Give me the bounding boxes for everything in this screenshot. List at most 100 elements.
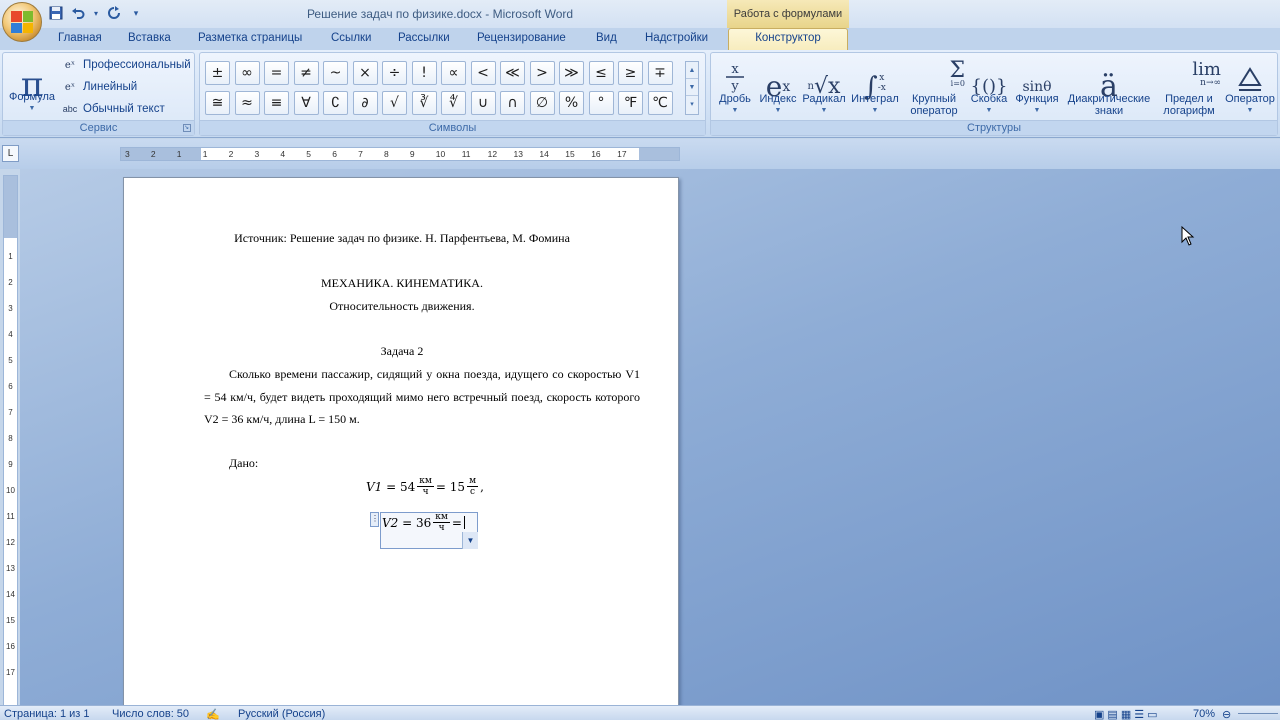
symbol-button[interactable]: ≠ <box>293 61 319 85</box>
symbol-button[interactable]: > <box>529 61 555 85</box>
symbol-button[interactable]: ℃ <box>647 91 673 115</box>
title-bar: ▾ ▾ Решение задач по физике.docx - Micro… <box>0 0 1280 28</box>
symbol-button[interactable]: ∝ <box>441 61 466 85</box>
symbol-button[interactable]: ≡ <box>264 91 289 115</box>
ruler-mark: 16 <box>6 642 15 651</box>
formula-button[interactable]: π Формула ▼ <box>7 57 57 115</box>
horizontal-ruler[interactable]: 3 2 1 1 2 3 4 5 6 7 8 9 10 11 12 13 14 15 16 17 <box>120 147 680 161</box>
tab-design[interactable]: Конструктор <box>728 28 848 51</box>
integral-button[interactable]: ∫ x -x Интеграл ▼ <box>849 57 901 117</box>
symbol-button[interactable]: ∞ <box>234 61 260 85</box>
tab-addins[interactable]: Надстройки <box>645 32 708 44</box>
draft-view-icon[interactable]: ▭ <box>1147 708 1157 720</box>
large-operator-button[interactable]: Σi=0 Крупный оператор <box>903 57 965 118</box>
equation-v1[interactable]: V1 = 54 км ч = 15 мс , <box>366 476 484 497</box>
symbol-button[interactable]: < <box>470 61 496 85</box>
symbol-button[interactable]: ≥ <box>618 61 643 85</box>
symbol-button[interactable]: ≤ <box>588 61 614 85</box>
symbol-button[interactable]: ° <box>588 91 614 115</box>
dialog-launcher-icon[interactable]: ↘ <box>183 124 191 132</box>
symbol-button[interactable]: ∩ <box>500 91 525 115</box>
symbol-button[interactable]: % <box>559 91 584 115</box>
symbol-button[interactable]: ∜ <box>441 91 466 115</box>
outline-view-icon[interactable]: ☰ <box>1134 708 1144 720</box>
scroll-up-icon[interactable]: ▲ <box>686 62 698 79</box>
office-button[interactable] <box>2 2 42 42</box>
limit-label: Предел и логарифм <box>1163 93 1215 117</box>
web-layout-view-icon[interactable]: ▦ <box>1121 708 1131 720</box>
ruler-mark: 5 <box>8 356 13 365</box>
zoom-slider[interactable] <box>1238 713 1278 714</box>
tab-insert[interactable]: Вставка <box>128 32 171 44</box>
tab-references[interactable]: Ссылки <box>331 32 372 44</box>
bracket-button[interactable]: {()} Скобка ▼ <box>967 57 1011 117</box>
symbol-button[interactable]: ≈ <box>234 91 260 115</box>
status-word-count[interactable]: Число слов: 50 <box>112 708 189 720</box>
symbol-button[interactable]: = <box>264 61 289 85</box>
symbol-button[interactable]: ~ <box>323 61 348 85</box>
symbol-button[interactable]: ≅ <box>205 91 230 115</box>
tab-mailings[interactable]: Рассылки <box>398 32 450 44</box>
document-page[interactable]: Источник: Решение задач по физике. Н. Па… <box>123 177 679 717</box>
symbol-button[interactable]: √ <box>382 91 407 115</box>
symbol-button[interactable]: ∀ <box>293 91 319 115</box>
symbol-button[interactable]: ∂ <box>352 91 378 115</box>
symbol-button[interactable]: ≫ <box>559 61 584 85</box>
equation-v2[interactable]: V2 = 36 км ч = <box>382 512 466 533</box>
ruler-mark: 15 <box>565 149 575 159</box>
symbol-button[interactable]: ∅ <box>529 91 555 115</box>
symbol-button[interactable]: ∓ <box>647 61 673 85</box>
symbol-button[interactable]: ∛ <box>411 91 437 115</box>
group-symbols: ± ∞ = ≠ ~ × ÷! ∝ < ≪ > ≫ ≤ ≥ ∓ ≅ ≈ ≡ ∀ ∁ ∂ √ ∛ ∜ ∪ ∩ ∅% ° ℉ ℃ ▲ ▼ ▾ С… <box>199 52 706 136</box>
scroll-down-icon[interactable]: ▼ <box>686 79 698 96</box>
limit-button[interactable]: lim n→∞ Предел и логарифм <box>1157 57 1221 118</box>
eq1-eq: = 54 <box>386 479 416 494</box>
zoom-level[interactable]: 70% <box>1193 708 1215 720</box>
ruler-mark: 9 <box>409 149 415 159</box>
tab-selector[interactable]: L <box>2 145 19 162</box>
symbol-button[interactable]: ! <box>411 61 437 85</box>
symbol-button[interactable]: ∁ <box>323 91 348 115</box>
vertical-ruler[interactable]: 1 2 3 4 5 6 7 8 9 10 11 12 13 14 15 16 17 <box>3 175 18 720</box>
status-language[interactable]: Русский (Россия) <box>238 708 325 720</box>
accent-button[interactable]: ä Диакритические знаки <box>1063 57 1155 118</box>
chevron-down-icon: ▼ <box>1033 107 1041 114</box>
ruler-mark: 4 <box>280 149 286 159</box>
professional-button[interactable]: eˣ Профессиональный <box>61 59 191 71</box>
equation-handle[interactable]: ⋮ <box>370 512 379 527</box>
more-symbols-icon[interactable]: ▾ <box>686 96 698 113</box>
tab-home[interactable]: Главная <box>58 32 102 44</box>
ruler-mark: 1 <box>176 149 182 159</box>
symbol-button[interactable]: ± <box>205 61 230 85</box>
script-button[interactable]: ex Индекс ▼ <box>757 57 799 117</box>
status-page[interactable]: Страница: 1 из 1 <box>4 708 90 720</box>
eq1-eq2: = 15 <box>435 479 466 494</box>
tab-review[interactable]: Рецензирование <box>477 32 566 44</box>
symbol-button[interactable]: ∪ <box>470 91 496 115</box>
eq2-frac: км ч <box>433 512 450 533</box>
function-label: Функция <box>1015 93 1059 105</box>
function-button[interactable]: sinθ Функция ▼ <box>1013 57 1061 117</box>
operator-button[interactable]: Оператор ▼ <box>1223 57 1277 117</box>
zoom-out-icon[interactable]: ⊖ <box>1222 708 1231 720</box>
ruler-mark: 10 <box>435 149 446 159</box>
radical-button[interactable]: n √x Радикал ▼ <box>801 57 847 117</box>
symbol-gallery-scroll[interactable]: ▲ ▼ ▾ <box>685 61 699 115</box>
ruler-mark: 4 <box>8 330 13 339</box>
symbol-button[interactable]: ℉ <box>618 91 643 115</box>
full-screen-view-icon[interactable]: ▤ <box>1107 708 1117 720</box>
symbol-button[interactable]: ≪ <box>500 61 525 85</box>
script-icon: ex <box>765 70 791 103</box>
ruler-mark: 16 <box>591 149 601 159</box>
spellcheck-icon[interactable]: ✍ <box>206 708 220 720</box>
equation-options-dropdown[interactable]: ▼ <box>462 532 478 549</box>
tab-page-layout[interactable]: Разметка страницы <box>198 32 302 44</box>
print-layout-view-icon[interactable]: ▣ <box>1094 708 1104 720</box>
fraction-button[interactable]: xy Дробь ▼ <box>715 57 755 117</box>
symbol-button[interactable]: × <box>352 61 378 85</box>
linear-button[interactable]: eˣ Линейный <box>61 81 137 93</box>
tab-view[interactable]: Вид <box>596 32 617 44</box>
group-structures: xy Дробь ▼ ex Индекс ▼ n √x Радикал ▼ ∫ x -… <box>710 52 1278 136</box>
symbol-button[interactable]: ÷ <box>382 61 407 85</box>
plain-text-button[interactable]: abc Обычный текст <box>61 103 165 115</box>
